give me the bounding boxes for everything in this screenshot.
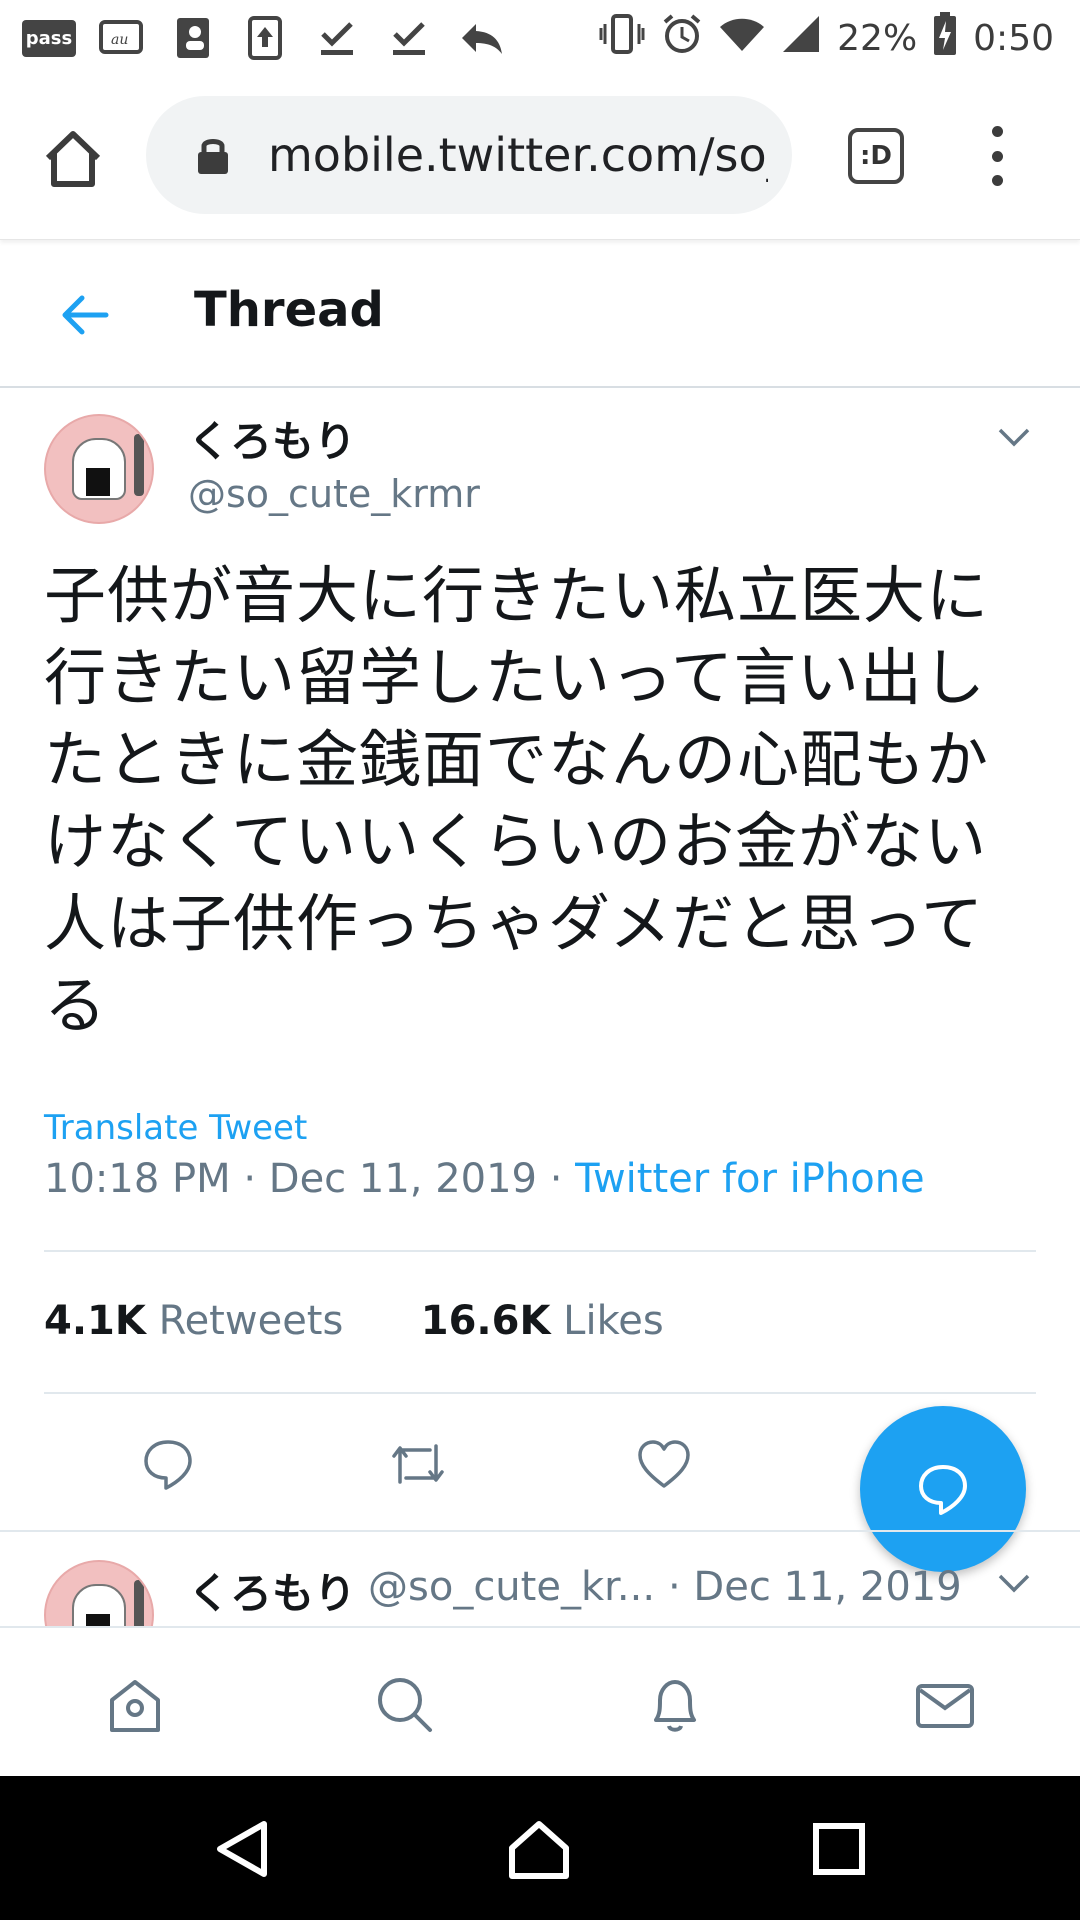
- download-done-icon: [314, 15, 360, 61]
- url-bar[interactable]: mobile.twitter.com/so_: [146, 96, 792, 214]
- pass-icon: pass: [21, 15, 77, 61]
- upload-icon: [242, 15, 288, 61]
- reply-author-name[interactable]: くろもり: [188, 1560, 356, 1621]
- svg-text:au: au: [111, 32, 128, 48]
- battery-percent: 22%: [837, 17, 918, 59]
- tweet-source-link[interactable]: Twitter for iPhone: [575, 1156, 925, 1202]
- signal-icon: [781, 14, 821, 63]
- tweet-stats: 4.1K Retweets 16.6K Likes: [44, 1298, 664, 1344]
- avatar[interactable]: [44, 414, 154, 524]
- tweet-author-handle[interactable]: @so_cute_krmr: [188, 472, 480, 516]
- retweet-icon[interactable]: [386, 1434, 446, 1494]
- reply-author-handle[interactable]: @so_cute_kr...: [368, 1564, 655, 1610]
- thread-header: Thread: [0, 242, 1080, 388]
- recents-square-icon[interactable]: [806, 1816, 872, 1882]
- tweet-author-name[interactable]: くろもり: [188, 408, 356, 469]
- likes-label: Likes: [563, 1298, 664, 1344]
- wifi-icon: [719, 15, 765, 62]
- tweet-timestamp: 10:18 PM · Dec 11, 2019 ·: [44, 1156, 576, 1202]
- alarm-icon: [661, 13, 703, 64]
- retweets-label: Retweets: [158, 1298, 344, 1344]
- page-title: Thread: [194, 282, 384, 338]
- messages-envelope-icon[interactable]: [912, 1672, 978, 1738]
- likes-stat[interactable]: 16.6K Likes: [421, 1298, 664, 1344]
- chevron-down-icon[interactable]: [994, 1562, 1034, 1602]
- reply-bubble-icon: [919, 1465, 967, 1515]
- notifications-bell-icon[interactable]: [642, 1672, 708, 1738]
- divider: [44, 1392, 1036, 1394]
- retweets-count: 4.1K: [44, 1298, 146, 1344]
- search-icon[interactable]: [372, 1672, 438, 1738]
- tweet-text: 子供が音大に行きたい私立医大に行きたい留学したいって言い出したときに金銭面でなん…: [44, 559, 990, 1042]
- compose-reply-button[interactable]: [860, 1406, 1026, 1572]
- tab-switcher-label: :D: [860, 141, 892, 171]
- divider: [44, 1250, 1036, 1252]
- system-nav-bar: [0, 1776, 1080, 1920]
- browser-toolbar: mobile.twitter.com/so_ :D: [0, 76, 1080, 240]
- bottom-nav: [0, 1626, 1080, 1776]
- status-bar: pass au 22% 0:50: [0, 0, 1080, 76]
- browser-home-icon[interactable]: [40, 126, 106, 192]
- back-triangle-icon[interactable]: [210, 1816, 276, 1882]
- chevron-down-icon[interactable]: [994, 416, 1034, 456]
- clock: 0:50: [973, 17, 1054, 59]
- like-heart-icon[interactable]: [634, 1434, 694, 1494]
- vibrate-icon: [599, 12, 645, 65]
- au-icon: au: [98, 15, 144, 61]
- reply-icon: [458, 15, 504, 61]
- more-menu-icon[interactable]: [982, 126, 1012, 186]
- notification-icons: pass au: [21, 15, 504, 61]
- divider: [0, 1530, 1080, 1532]
- home-circle-icon[interactable]: [506, 1816, 572, 1882]
- reply-icon[interactable]: [138, 1434, 198, 1494]
- tab-switcher-button[interactable]: :D: [848, 128, 904, 184]
- url-text: mobile.twitter.com/so_: [268, 128, 768, 182]
- contacts-icon: [170, 15, 216, 61]
- home-icon[interactable]: [102, 1672, 168, 1738]
- pass-label: pass: [21, 19, 77, 57]
- retweets-stat[interactable]: 4.1K Retweets: [44, 1298, 343, 1344]
- download-done-icon: [386, 15, 432, 61]
- back-arrow-icon[interactable]: [58, 288, 112, 342]
- reply-date[interactable]: · Dec 11, 2019: [668, 1564, 962, 1610]
- translate-tweet-link[interactable]: Translate Tweet: [44, 1108, 307, 1148]
- likes-count: 16.6K: [420, 1298, 551, 1344]
- system-status: 22% 0:50: [599, 11, 1054, 65]
- battery-charging-icon: [933, 11, 957, 65]
- tweet-meta: 10:18 PM · Dec 11, 2019 · Twitter for iP…: [44, 1156, 925, 1202]
- lock-icon: [196, 134, 230, 176]
